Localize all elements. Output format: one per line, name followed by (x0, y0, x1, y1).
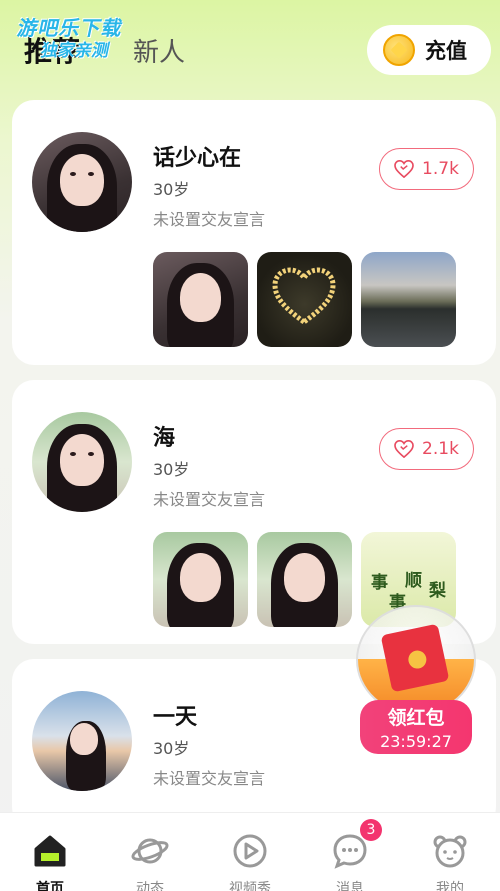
red-packet-widget[interactable]: 领红包 23:59:27 (356, 600, 476, 760)
like-count: 2.1k (422, 439, 459, 459)
tab-messages-label: 消息 (336, 881, 364, 891)
like-button[interactable]: 2.1k (379, 428, 474, 470)
photo-thumbnail[interactable] (361, 252, 456, 347)
user-name: 话少心在 (153, 146, 242, 171)
photo-thumbnail[interactable] (153, 252, 248, 347)
red-packet-globe-icon (356, 605, 476, 715)
tab-home-label: 首页 (36, 881, 64, 891)
fruit-text-1: 事 (371, 573, 388, 593)
tab-video[interactable]: 视频秀 (200, 813, 300, 891)
planet-icon (131, 838, 169, 864)
unread-badge: 3 (360, 819, 382, 841)
avatar[interactable] (32, 691, 132, 791)
user-motto: 未设置交友宣言 (153, 769, 266, 788)
tab-moments-label: 动态 (136, 881, 164, 891)
fruit-text-3: 顺 (405, 571, 422, 591)
tab-newcomers[interactable]: 新人 (133, 32, 185, 69)
red-packet-timer: 23:59:27 (380, 732, 452, 751)
heart-icon (394, 440, 414, 458)
fruit-text-4: 梨 (429, 581, 446, 601)
photo-thumbnail[interactable] (257, 532, 352, 627)
user-name: 海 (153, 426, 176, 451)
tab-messages[interactable]: 3 消息 (300, 813, 400, 891)
user-card[interactable]: 话少心在 30岁 未设置交友宣言 1.7k (12, 100, 496, 365)
tab-video-label: 视频秀 (229, 881, 271, 891)
home-icon (34, 835, 66, 867)
tab-profile-label: 我的 (436, 881, 464, 891)
tab-home[interactable]: 首页 (0, 813, 100, 891)
avatar[interactable] (32, 132, 132, 232)
user-age: 30岁 (153, 460, 190, 479)
top-header: 推荐 新人 充值 (0, 0, 500, 100)
like-count: 1.7k (422, 159, 459, 179)
tab-profile[interactable]: 我的 (400, 813, 500, 891)
user-motto: 未设置交友宣言 (153, 210, 266, 229)
recharge-label: 充值 (425, 39, 467, 63)
like-button[interactable]: 1.7k (379, 148, 474, 190)
user-age: 30岁 (153, 180, 190, 199)
user-age: 30岁 (153, 739, 190, 758)
photo-thumbnail[interactable] (257, 252, 352, 347)
red-packet-title: 领红包 (387, 707, 445, 729)
red-packet-label[interactable]: 领红包 23:59:27 (360, 700, 472, 754)
photo-thumbnail[interactable] (153, 532, 248, 627)
coin-icon (383, 34, 415, 66)
bear-icon (433, 835, 467, 868)
bottom-tab-bar: 首页 动态 视频秀 3 消息 我的 (0, 812, 500, 891)
video-icon (233, 834, 267, 868)
tab-recommend[interactable]: 推荐 (24, 30, 80, 70)
recharge-button[interactable]: 充值 (367, 25, 491, 75)
photo-strip (153, 252, 456, 347)
avatar[interactable] (32, 412, 132, 512)
heart-icon (394, 160, 414, 178)
user-motto: 未设置交友宣言 (153, 490, 266, 509)
tab-moments[interactable]: 动态 (100, 813, 200, 891)
user-name: 一天 (153, 705, 198, 730)
